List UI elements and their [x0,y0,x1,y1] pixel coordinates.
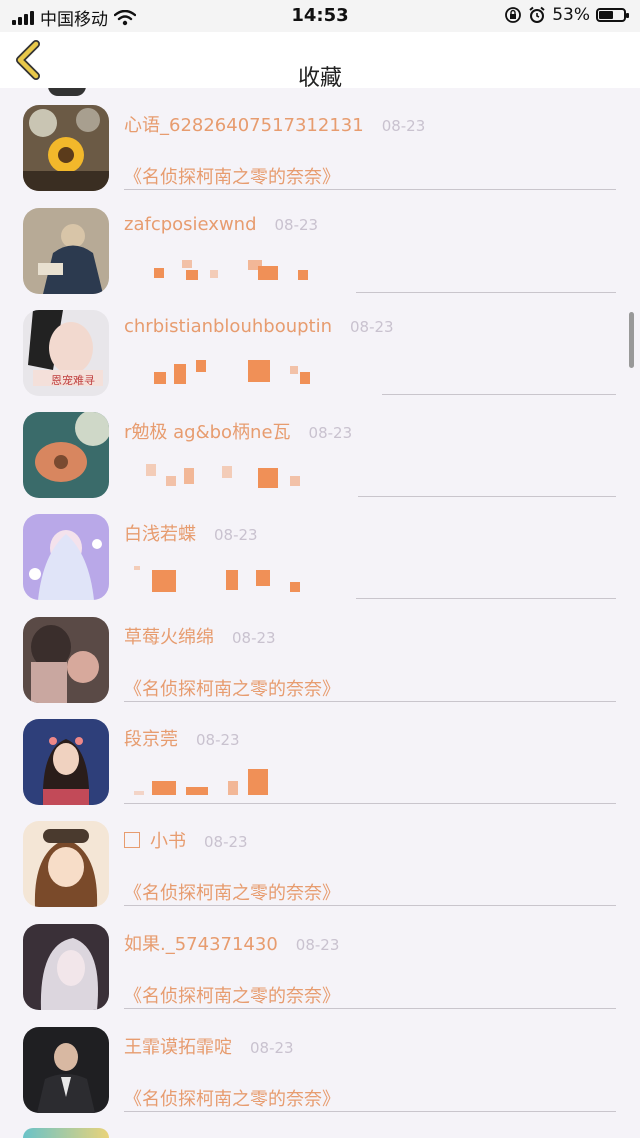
username[interactable]: 王霏谟拓霏啶 [124,1033,232,1059]
rotation-lock-icon [505,7,522,23]
username[interactable]: 段京莞 [124,725,178,751]
divider [358,496,616,497]
username[interactable]: 草莓火绵绵 [124,623,214,649]
message-text: 《名侦探柯南之零的奈奈》 [124,1089,340,1110]
list-item[interactable]: 草莓火绵绵 08-23 《名侦探柯南之零的奈奈》 [0,601,640,703]
list-item[interactable]: 小书 08-23 《名侦探柯南之零的奈奈》 [0,805,640,907]
mosaic-redaction [124,769,364,799]
battery-percent: 53% [552,5,590,25]
divider [124,1008,616,1009]
list-item[interactable]: 白浅若蝶 08-23 [0,498,640,600]
divider [124,189,616,190]
date-label: 08-23 [308,424,353,442]
avatar[interactable] [23,719,109,805]
avatar[interactable]: 恩宠难寻 [23,310,109,396]
message-text: 《名侦探柯南之零的奈奈》 [124,883,340,904]
divider [356,292,616,293]
page-title: 收藏 [297,66,342,91]
divider [124,905,616,906]
mosaic-redaction [124,258,364,288]
username[interactable]: zafcposiexwnd [124,214,257,235]
avatar[interactable] [23,821,109,907]
date-label: 08-23 [232,629,276,647]
mosaic-redaction [124,360,364,390]
avatar[interactable] [23,924,109,1010]
date-label: 08-23 [250,1039,294,1057]
date-label: 08-23 [381,117,426,135]
mosaic-redaction [124,564,364,594]
username[interactable]: 心语_62826407517312131 [124,111,364,137]
alarm-icon [529,6,545,23]
username-text: 小书 [150,831,186,852]
divider [124,701,616,702]
avatar [23,1128,109,1138]
checkbox-icon [124,832,140,848]
date-label: 08-23 [196,731,240,749]
list-item[interactable]: 如果._574371430 08-23 《名侦探柯南之零的奈奈》 [0,908,640,1010]
divider [124,803,616,804]
username[interactable]: 如果._574371430 [124,930,278,956]
list-item[interactable]: 段京莞 08-23 [0,703,640,805]
avatar[interactable] [23,208,109,294]
message-text: 《名侦探柯南之零的奈奈》 [124,986,340,1007]
avatar[interactable] [23,1027,109,1113]
avatar[interactable] [23,617,109,703]
date-label: 08-23 [204,833,248,851]
avatar-caption: 恩宠难寻 [51,374,95,387]
date-label: 08-23 [350,318,394,336]
list-item[interactable]: 王霏谟拓霏啶 08-23 《名侦探柯南之零的奈奈》 [0,1011,640,1113]
username[interactable]: 小书 [124,827,186,853]
avatar[interactable] [23,412,109,498]
favorites-list: 心语_62826407517312131 08-23 《名侦探柯南之零的奈奈》 … [0,88,640,1138]
list-item[interactable]: zafcposiexwnd 08-23 [0,192,640,294]
battery-icon [596,8,629,22]
nav-bar: 收藏 [0,32,640,91]
divider [356,598,616,599]
username[interactable]: r勉极 ag&bo柄ne瓦 [124,418,291,444]
date-label: 08-23 [274,216,319,234]
username[interactable]: chrbistianblouhbouptin [124,316,332,337]
divider [124,1111,616,1112]
mosaic-redaction [124,462,364,492]
username[interactable]: 白浅若蝶 [124,520,196,546]
divider [382,394,616,395]
list-item[interactable]: 心语_62826407517312131 08-23 《名侦探柯南之零的奈奈》 [0,89,640,191]
list-item[interactable]: r勉极 ag&bo柄ne瓦 08-23 [0,396,640,498]
list-item[interactable]: 恩宠难寻 chrbistianblouhbouptin 08-23 [0,294,640,396]
date-label: 08-23 [214,526,258,544]
message-text: 《名侦探柯南之零的奈奈》 [124,167,340,188]
status-bar: 中国移动 14:53 53% [0,0,640,32]
message-text: 《名侦探柯南之零的奈奈》 [124,679,340,700]
date-label: 08-23 [295,936,340,954]
avatar[interactable] [23,105,109,191]
avatar[interactable] [23,514,109,600]
